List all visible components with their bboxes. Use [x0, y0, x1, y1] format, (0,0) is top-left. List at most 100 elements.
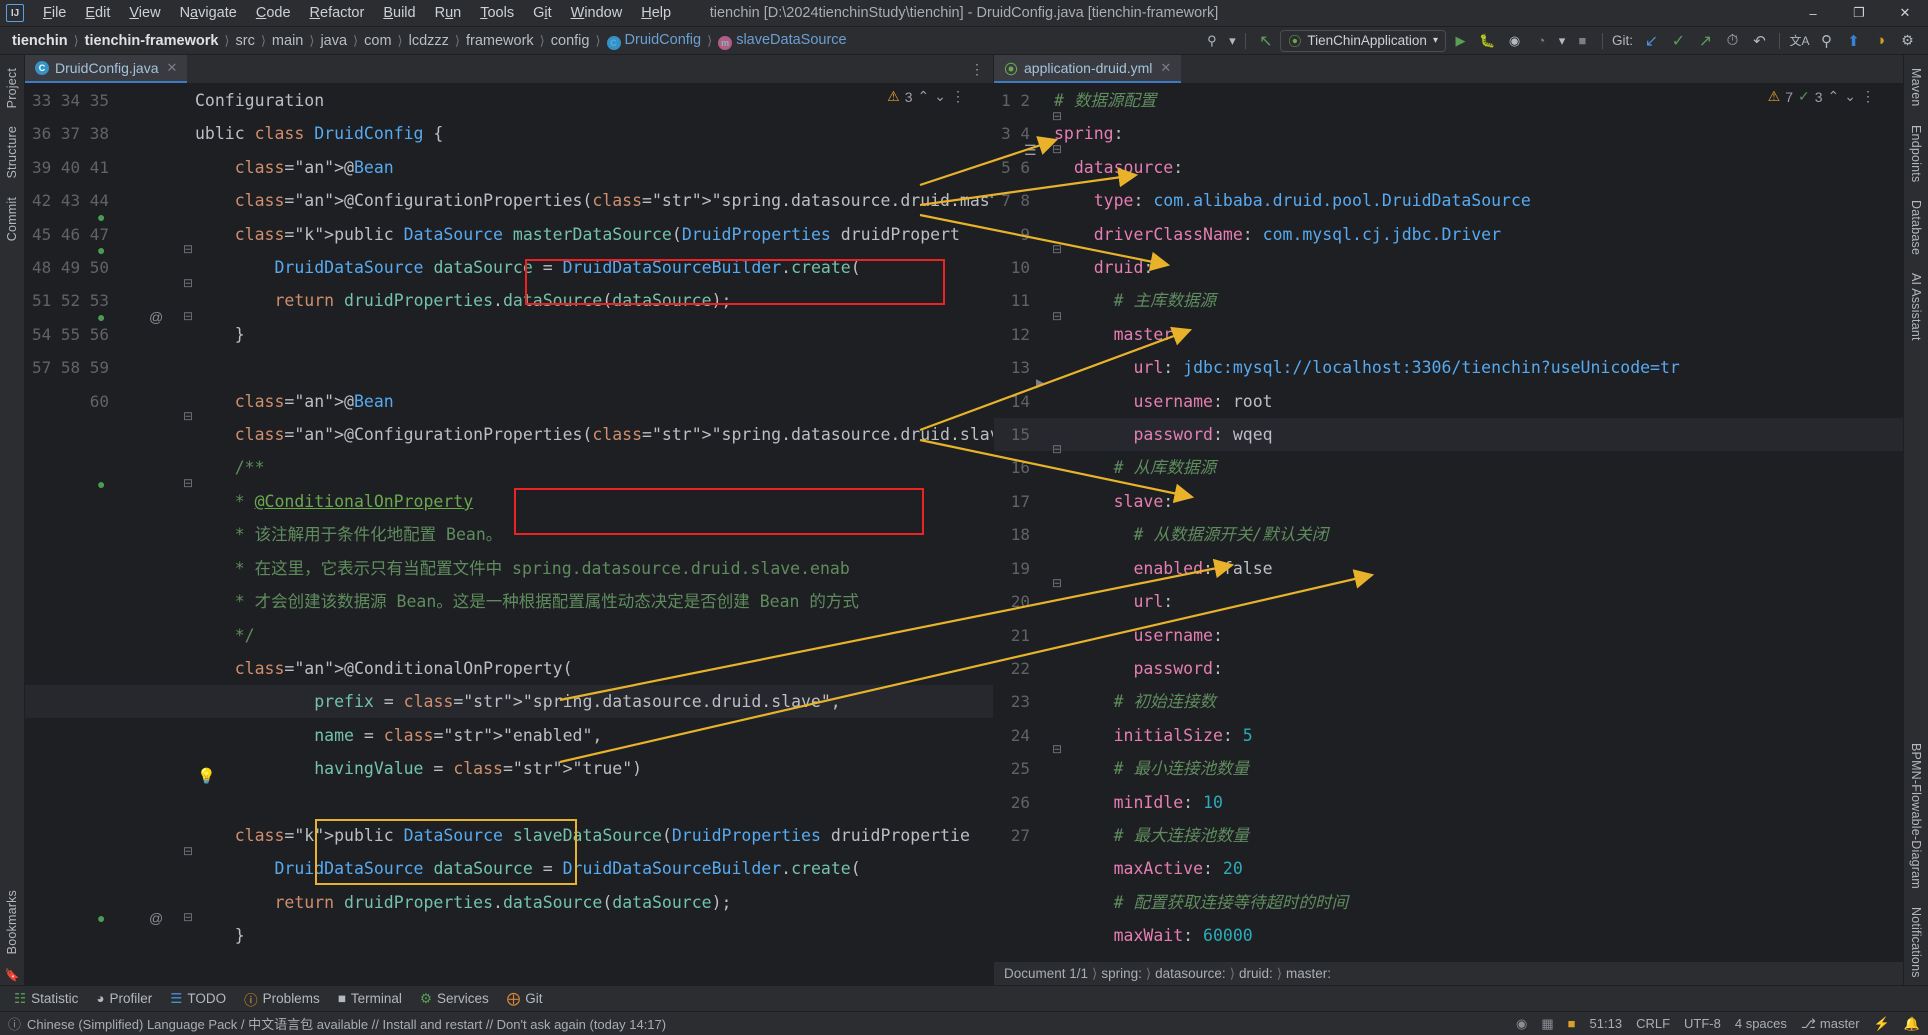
- close-icon[interactable]: ✕: [167, 60, 178, 76]
- tool-todo[interactable]: ☰ TODO: [162, 988, 234, 1010]
- menu-help[interactable]: Help: [632, 2, 680, 24]
- indent-setting[interactable]: 4 spaces: [1735, 1016, 1787, 1031]
- crumb-datasource[interactable]: datasource:: [1155, 966, 1226, 981]
- git-commit-icon[interactable]: ✓: [1666, 30, 1691, 52]
- menu-edit[interactable]: Edit: [76, 2, 119, 24]
- git-push-icon[interactable]: ↗: [1693, 30, 1718, 52]
- sidebar-item-commit[interactable]: Commit: [5, 190, 19, 248]
- tool-services[interactable]: ⚙ Services: [412, 988, 497, 1010]
- menu-navigate[interactable]: Navigate: [171, 2, 246, 24]
- notifications-bell-icon[interactable]: 🔔: [1904, 1016, 1920, 1032]
- fold-icon[interactable]: ⊟: [183, 409, 193, 423]
- sidebar-item-structure[interactable]: Structure: [5, 119, 19, 186]
- file-encoding[interactable]: UTF-8: [1684, 1016, 1721, 1031]
- sidebar-item-project[interactable]: Project: [5, 61, 19, 115]
- tab-options-icon[interactable]: ⋮: [961, 55, 993, 83]
- chevron-down-icon[interactable]: ▾: [1226, 30, 1238, 52]
- breadcrumb-src[interactable]: src: [232, 32, 259, 50]
- status-message[interactable]: Chinese (Simplified) Language Pack / 中文语…: [27, 1014, 666, 1033]
- menu-refactor[interactable]: Refactor: [301, 2, 374, 24]
- git-history-icon[interactable]: ⏱: [1720, 30, 1745, 52]
- sidebar-item-bpmn-flowable-diagram[interactable]: BPMN-Flowable-Diagram: [1909, 736, 1923, 896]
- breadcrumb-slavedatasource[interactable]: m slaveDataSource: [714, 31, 850, 51]
- sidebar-item-bookmarks[interactable]: Bookmarks: [5, 883, 19, 961]
- breadcrumb-main[interactable]: main: [268, 32, 307, 50]
- fold-icon[interactable]: ⊟: [183, 242, 193, 256]
- breadcrumb-tienchin-framework[interactable]: tienchin-framework: [81, 32, 223, 50]
- memory-indicator-icon[interactable]: ▦: [1541, 1016, 1553, 1032]
- sidebar-item-notifications[interactable]: Notifications: [1909, 900, 1923, 985]
- code-content-java[interactable]: Configuration ublic class DruidConfig { …: [195, 84, 993, 985]
- user-icon[interactable]: ⚲: [1199, 30, 1224, 52]
- run-configuration-selector[interactable]: ⦿ TienChinApplication ▾: [1280, 29, 1446, 52]
- menu-run[interactable]: Run: [426, 2, 471, 24]
- menu-git[interactable]: Git: [524, 2, 561, 24]
- breadcrumb-config[interactable]: config: [547, 32, 594, 50]
- crumb-druid[interactable]: druid:: [1239, 966, 1273, 981]
- datasource-gutter-icon[interactable]: ☰: [1024, 142, 1037, 159]
- sidebar-item-maven[interactable]: Maven: [1909, 61, 1923, 114]
- breadcrumb-framework[interactable]: framework: [462, 32, 538, 50]
- bean-gutter-icon[interactable]: ●: [97, 476, 105, 492]
- menu-window[interactable]: Window: [562, 2, 632, 24]
- fold-icon[interactable]: ⊟: [183, 309, 193, 323]
- settings-gear-icon[interactable]: ⚙: [1895, 30, 1920, 52]
- sidebar-item-database[interactable]: Database: [1909, 193, 1923, 262]
- profiler-button[interactable]: ◔: [1529, 30, 1554, 52]
- git-rollback-icon[interactable]: ↶: [1747, 30, 1772, 52]
- tool-terminal[interactable]: ■ Terminal: [330, 988, 410, 1009]
- bean-gutter-icon[interactable]: ●: [97, 242, 105, 258]
- run-with-coverage-button[interactable]: ◉: [1502, 30, 1527, 52]
- bean-gutter-icon[interactable]: ●: [97, 209, 105, 225]
- code-editor-yaml[interactable]: ⚠ 7 ✓ 3 ⌃ ⌄ ⋮ 1 2 3 4 5 6 7 8 9 10 11 12…: [994, 84, 1903, 961]
- override-marker-icon[interactable]: @: [149, 309, 163, 325]
- menu-view[interactable]: View: [120, 2, 169, 24]
- breadcrumb-druidconfig[interactable]: C DruidConfig: [603, 31, 706, 51]
- bookmark-icon[interactable]: 🔖: [5, 965, 20, 985]
- git-branch-indicator[interactable]: ⎇ master: [1801, 1016, 1860, 1032]
- code-content-yaml[interactable]: # 数据源配置 spring: datasource: type: com.al…: [1054, 84, 1903, 961]
- back-arrow-icon[interactable]: ↖: [1253, 30, 1278, 52]
- fold-icon[interactable]: ⊟: [183, 276, 193, 290]
- menu-build[interactable]: Build: [374, 2, 424, 24]
- breadcrumb-java[interactable]: java: [316, 32, 351, 50]
- upload-icon[interactable]: ⬆: [1841, 30, 1866, 52]
- breadcrumb-tienchin[interactable]: tienchin: [8, 32, 72, 50]
- tool-problems[interactable]: ⓘ Problems: [236, 986, 328, 1012]
- chevron-down-icon[interactable]: ▾: [1556, 30, 1568, 52]
- fold-icon[interactable]: ⊟: [183, 476, 193, 490]
- search-icon[interactable]: ⚲: [1814, 30, 1839, 52]
- git-update-icon[interactable]: ↙: [1639, 30, 1664, 52]
- breadcrumb-lcdzzz[interactable]: lcdzzz: [405, 32, 453, 50]
- fold-icon[interactable]: ⊟: [183, 910, 193, 924]
- crumb-spring[interactable]: spring:: [1101, 966, 1142, 981]
- fold-icon[interactable]: ⊟: [183, 844, 193, 858]
- tab-application-druid-yml[interactable]: ⦿ application-druid.yml ✕: [994, 55, 1182, 83]
- run-gutter-icon[interactable]: ▶: [1036, 376, 1045, 390]
- stop-button[interactable]: ■: [1570, 30, 1595, 52]
- override-marker-icon[interactable]: @: [149, 910, 163, 926]
- caret-position[interactable]: 51:13: [1590, 1016, 1623, 1031]
- tool-profiler[interactable]: ◕ Profiler: [88, 988, 160, 1009]
- sidebar-item-endpoints[interactable]: Endpoints: [1909, 118, 1923, 189]
- close-button[interactable]: ✕: [1882, 0, 1928, 27]
- close-icon[interactable]: ✕: [1160, 60, 1171, 76]
- tool-statistic[interactable]: ☷ Statistic: [6, 988, 86, 1010]
- plugin-icon[interactable]: ◑: [1868, 30, 1893, 52]
- inspection-level-icon[interactable]: ◉: [1516, 1016, 1527, 1032]
- bean-gutter-icon[interactable]: ●: [97, 309, 105, 325]
- breadcrumb-com[interactable]: com: [360, 32, 395, 50]
- tab-druidconfig-java[interactable]: C DruidConfig.java ✕: [25, 55, 188, 83]
- maximize-button[interactable]: ❐: [1836, 0, 1882, 27]
- debug-button[interactable]: 🐛: [1475, 30, 1500, 52]
- code-editor-java[interactable]: ⚠ 3 ⌃ ⌄ ⋮ 33 34 35 36 37 38 39 40 41 42 …: [25, 84, 993, 985]
- power-save-icon[interactable]: ⚡: [1874, 1016, 1890, 1032]
- line-separator[interactable]: CRLF: [1636, 1016, 1670, 1031]
- crumb-master[interactable]: master:: [1286, 966, 1331, 981]
- minimize-button[interactable]: –: [1790, 0, 1836, 27]
- sidebar-item-ai-assistant[interactable]: AI Assistant: [1909, 266, 1923, 348]
- run-button[interactable]: ▶: [1448, 30, 1473, 52]
- menu-file[interactable]: File: [34, 2, 75, 24]
- menu-tools[interactable]: Tools: [471, 2, 523, 24]
- tool-git[interactable]: ⨁ Git: [499, 988, 551, 1010]
